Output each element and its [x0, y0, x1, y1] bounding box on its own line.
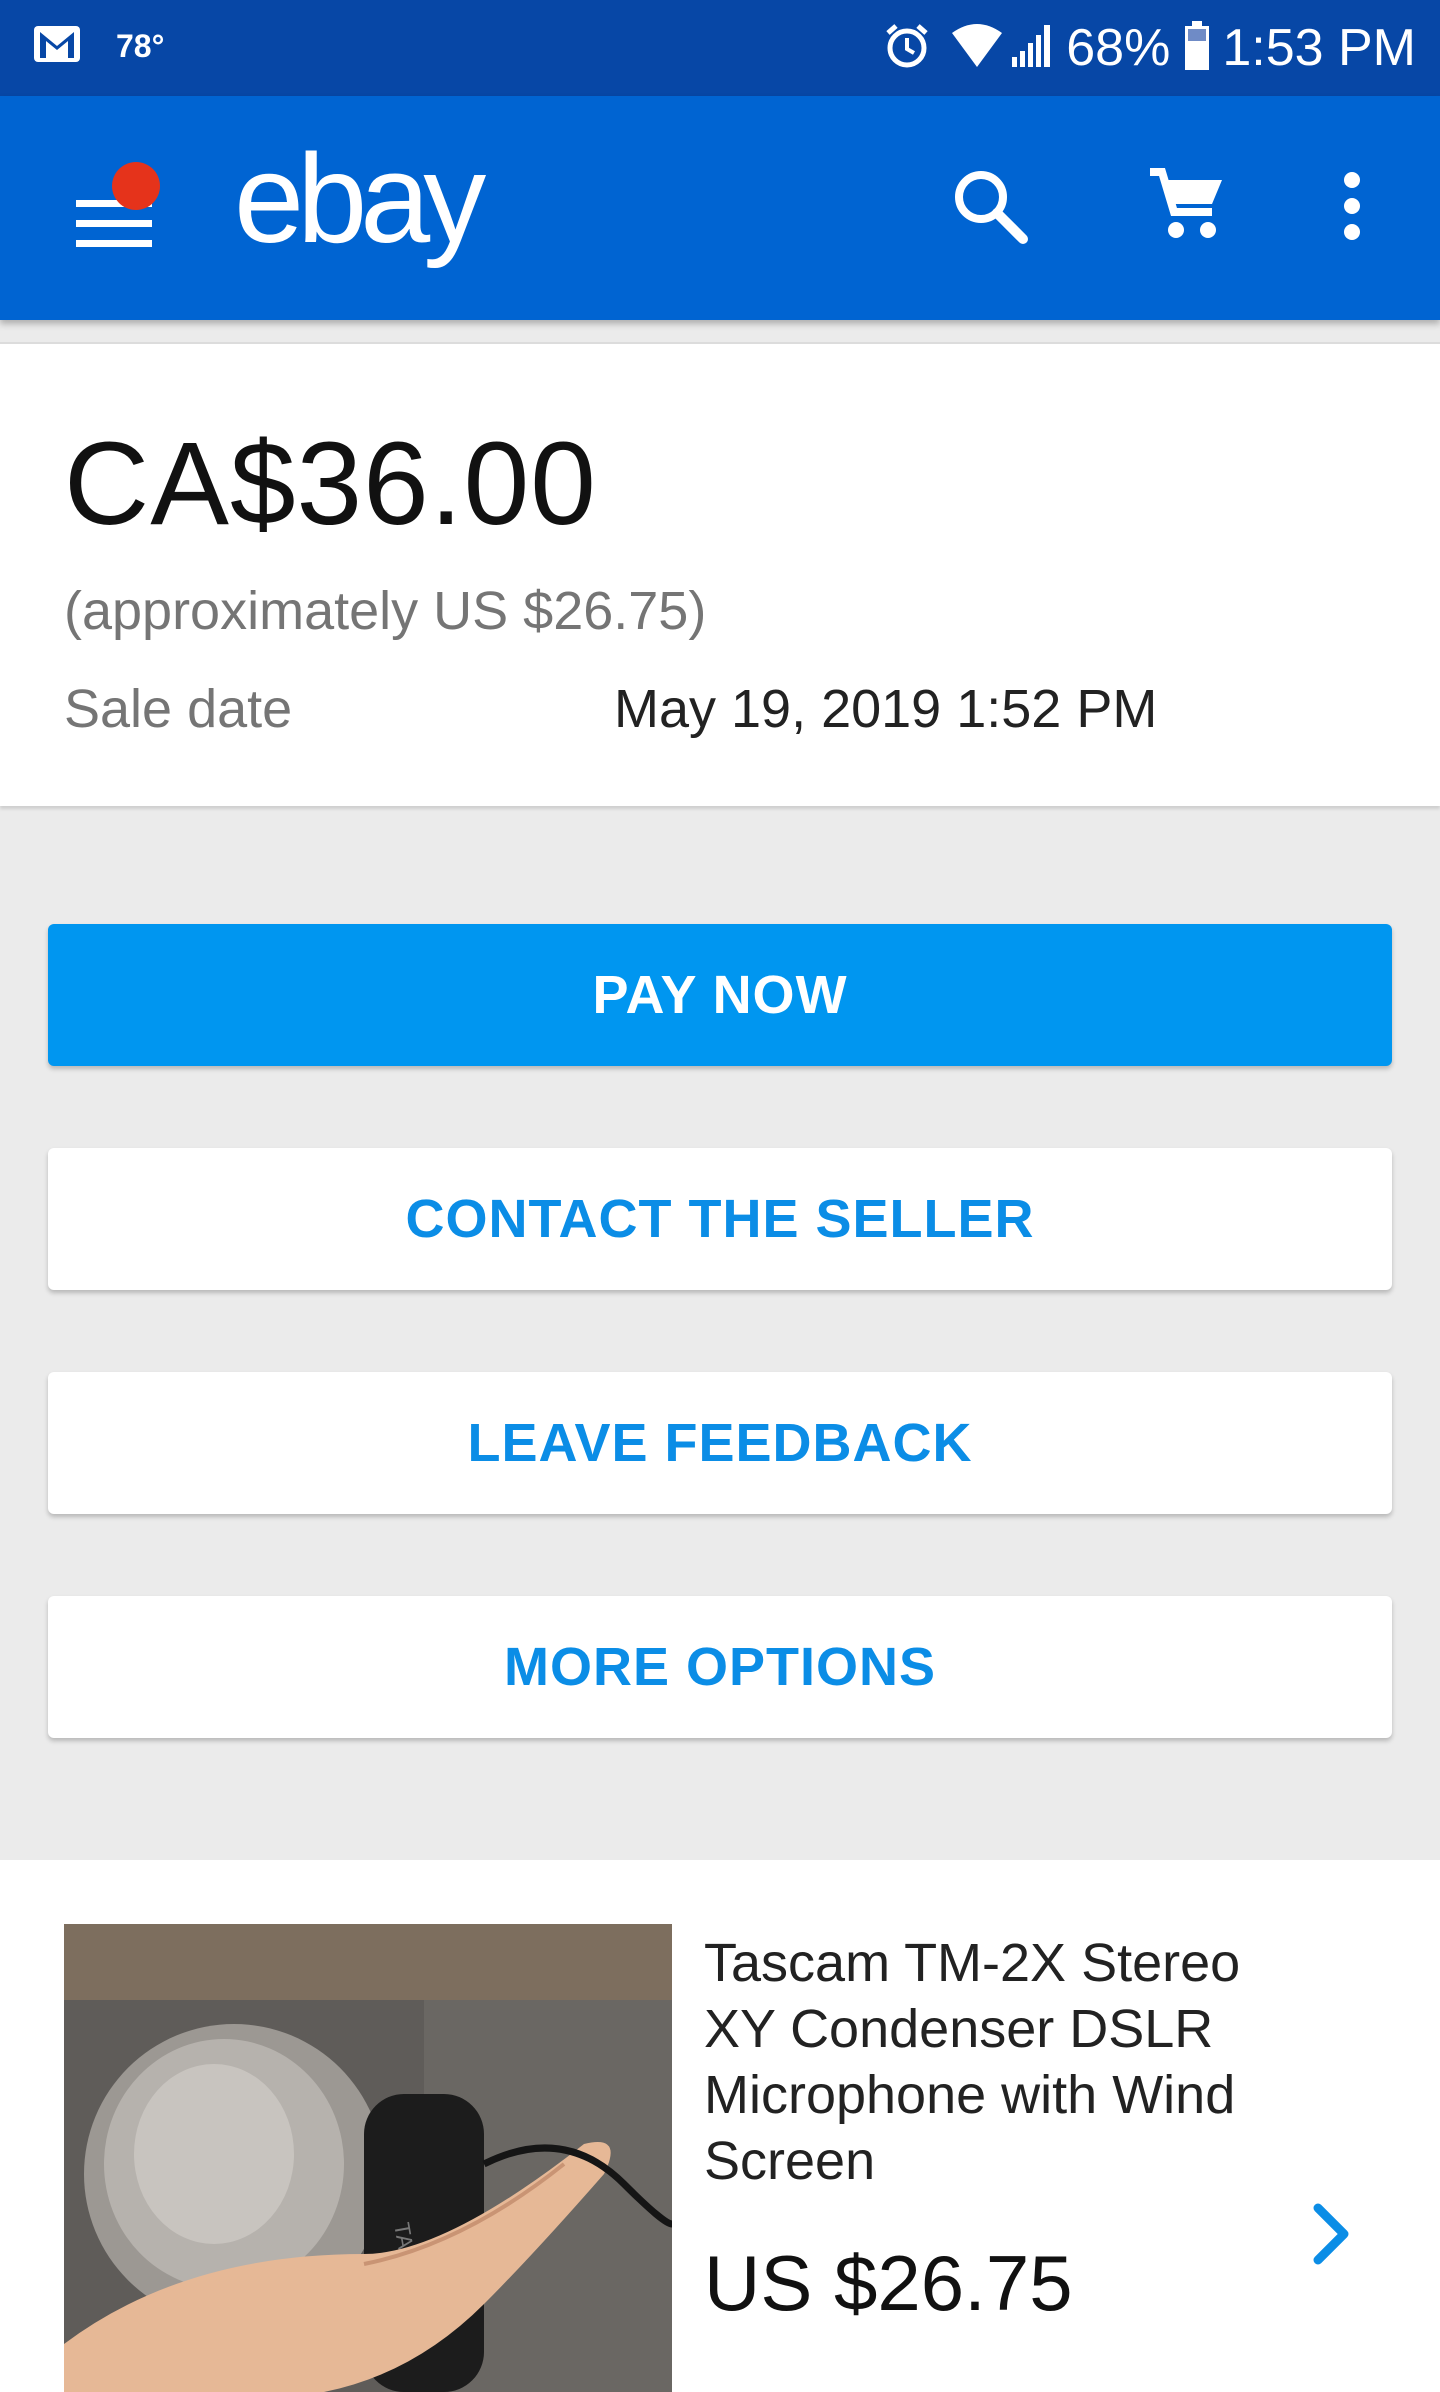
more-options-menu[interactable]: [1304, 160, 1400, 256]
weather-temperature: 78°: [116, 28, 165, 64]
status-bar: 78° 68% 1:53 PM: [0, 0, 1440, 96]
clock: 1:53 PM: [1222, 19, 1416, 77]
gmail-icon: [32, 24, 82, 69]
item-card[interactable]: TASCAM Tascam TM-2X Stereo XY Condenser …: [0, 1860, 1440, 2392]
status-bar-left: 78°: [32, 24, 164, 69]
order-price: CA$36.00: [64, 418, 597, 550]
more-vert-icon: [1340, 170, 1364, 247]
battery-icon: [1184, 20, 1210, 76]
signal-icon: [1010, 23, 1056, 74]
item-title[interactable]: Tascam TM-2X Stereo XY Condenser DSLR Mi…: [704, 1930, 1294, 2194]
chevron-right-icon[interactable]: [1302, 2194, 1362, 2274]
menu-button[interactable]: [60, 156, 170, 266]
more-options-button[interactable]: MORE OPTIONS: [48, 1596, 1392, 1738]
cart-icon: [1146, 166, 1226, 251]
item-image[interactable]: TASCAM: [64, 1924, 672, 2392]
sale-date-value: May 19, 2019 1:52 PM: [614, 679, 1158, 739]
sale-date-label: Sale date: [64, 679, 293, 739]
search-button[interactable]: [942, 160, 1038, 256]
order-summary-card: CA$36.00 (approximately US $26.75) Sale …: [0, 342, 1440, 806]
app-bar: ebay: [0, 96, 1440, 320]
ebay-logo[interactable]: ebay: [234, 126, 486, 271]
wifi-icon: [950, 23, 1004, 74]
item-photo: TASCAM: [64, 2000, 672, 2392]
cart-button[interactable]: [1138, 160, 1234, 256]
approx-price: (approximately US $26.75): [64, 581, 707, 641]
contact-seller-button[interactable]: CONTACT THE SELLER: [48, 1148, 1392, 1290]
status-bar-right: 68% 1:53 PM: [882, 16, 1416, 80]
battery-percent: 68%: [1066, 19, 1171, 77]
item-price: US $26.75: [704, 2239, 1073, 2327]
search-icon: [951, 167, 1029, 250]
pay-now-button[interactable]: PAY NOW: [48, 924, 1392, 1066]
alarm-icon: [882, 21, 932, 76]
notification-dot: [112, 162, 160, 210]
leave-feedback-button[interactable]: LEAVE FEEDBACK: [48, 1372, 1392, 1514]
